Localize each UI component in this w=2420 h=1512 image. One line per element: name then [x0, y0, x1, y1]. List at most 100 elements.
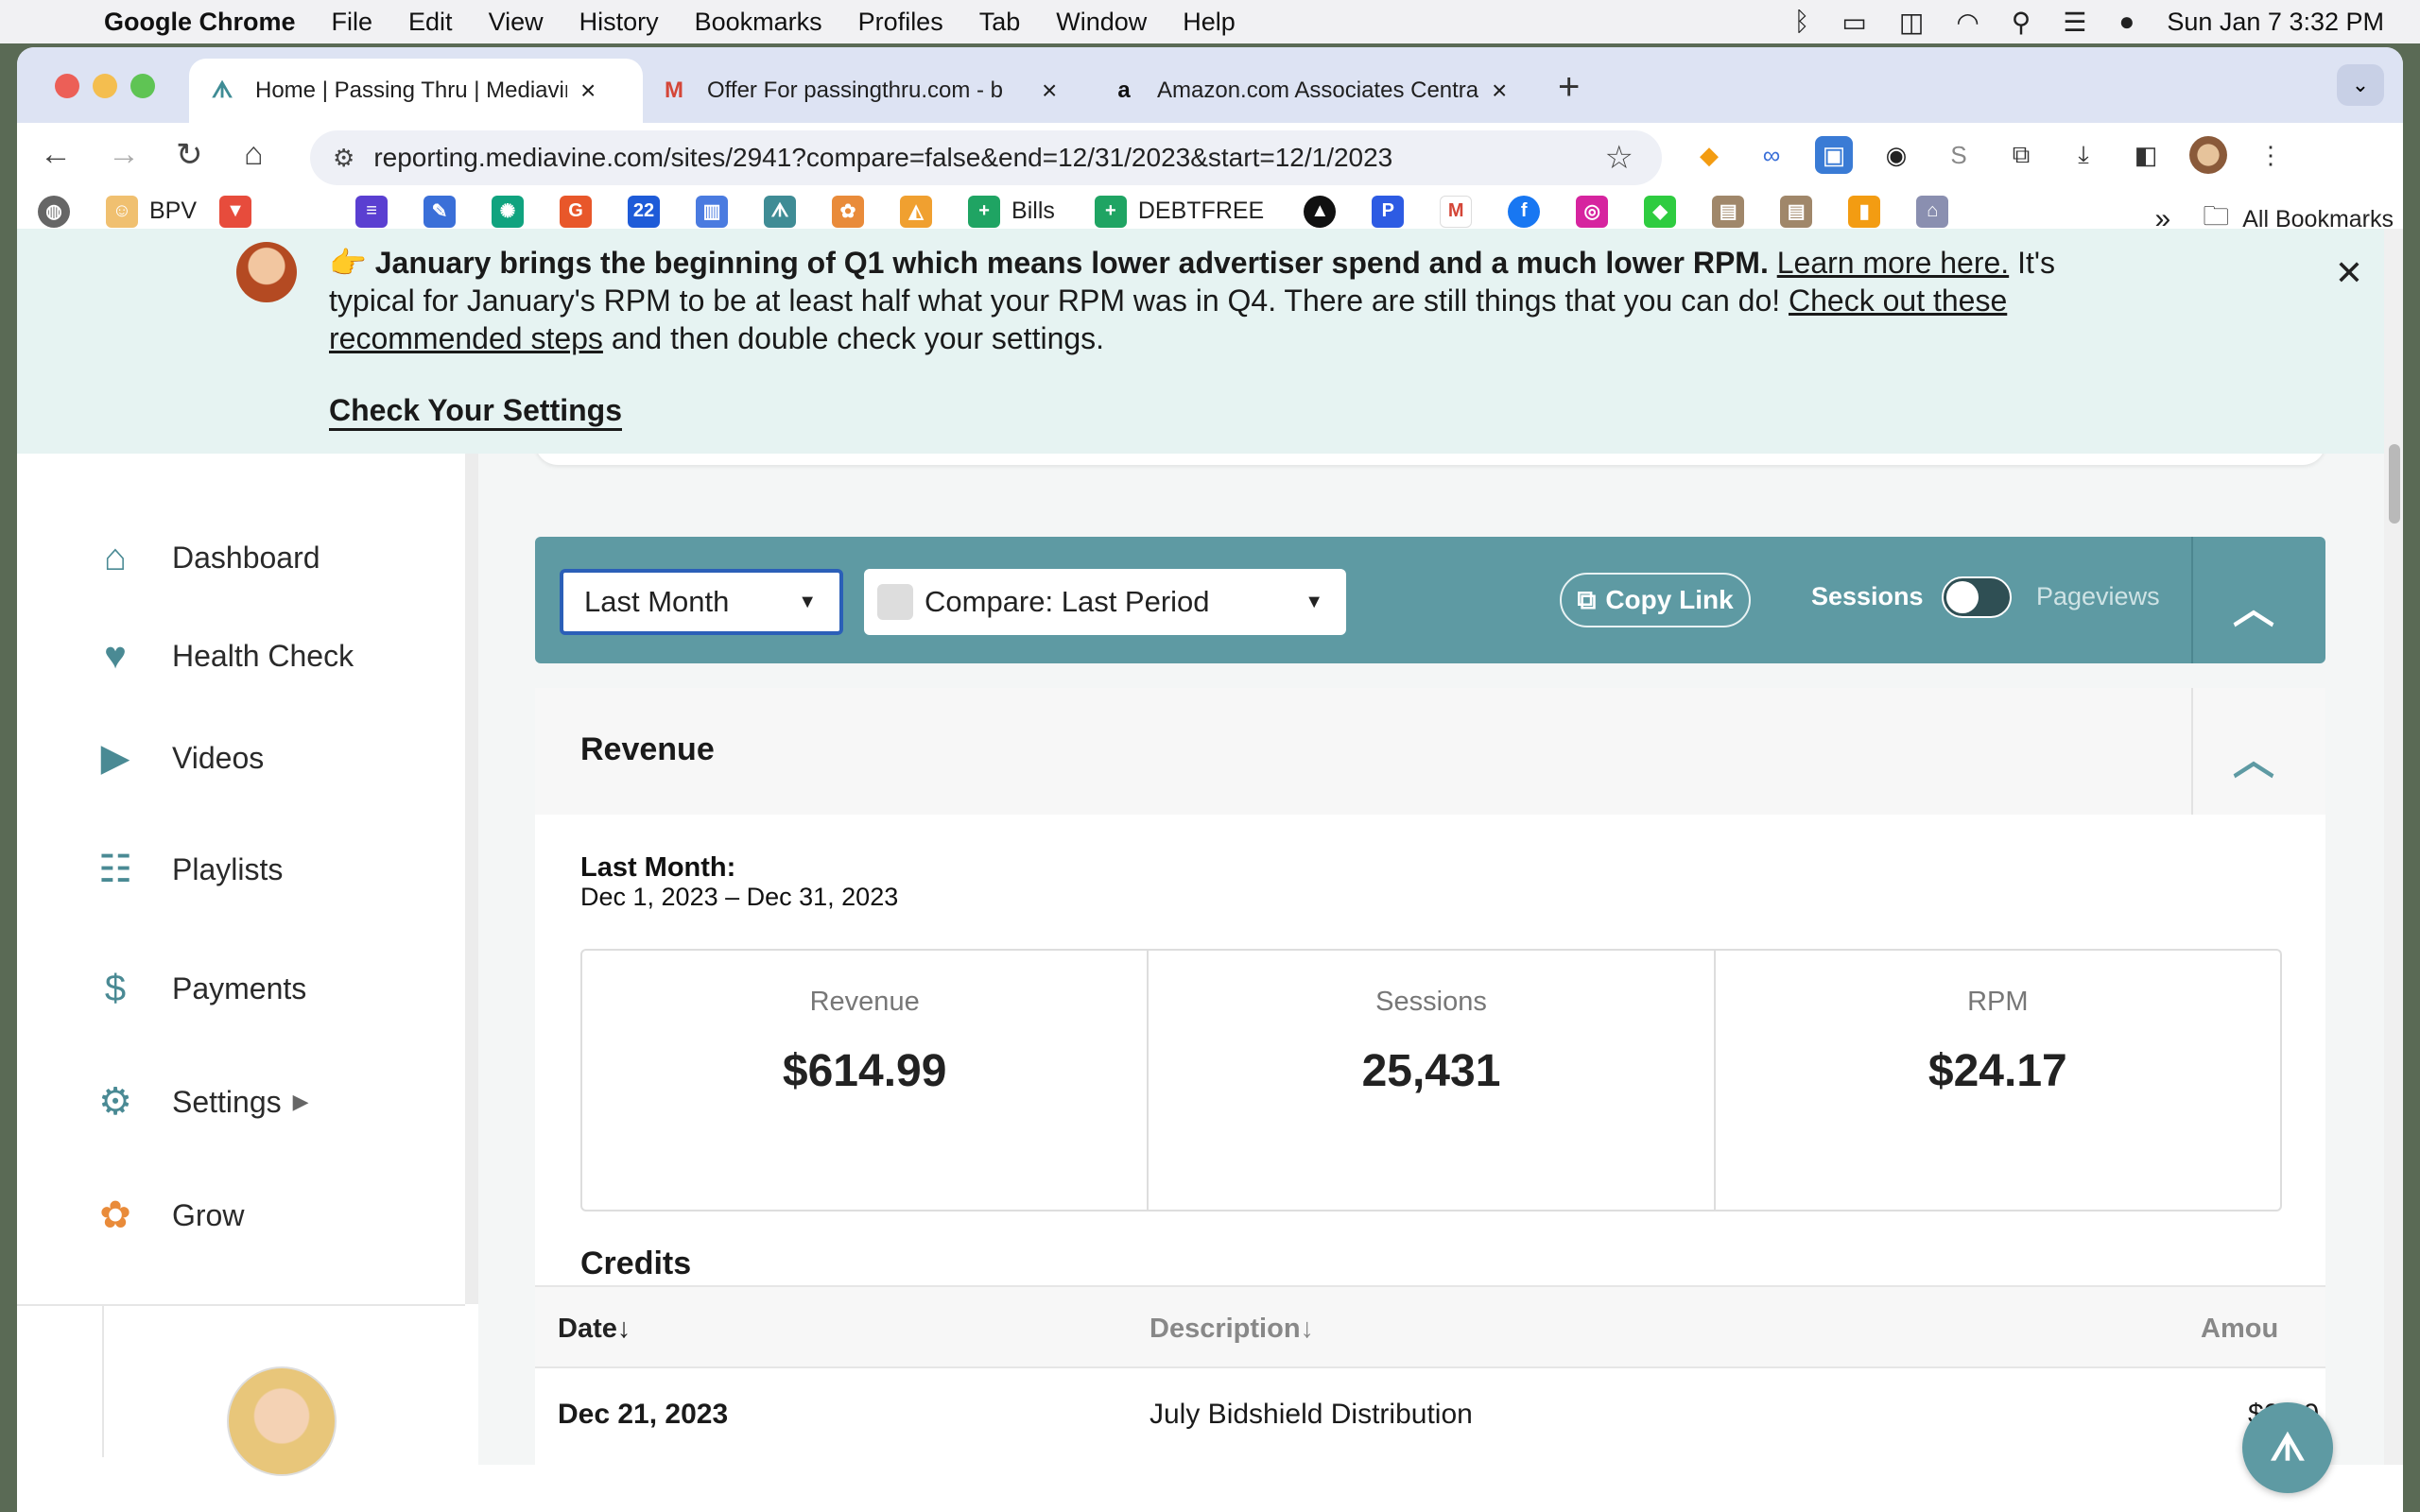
- sidebar-scrollbar[interactable]: [465, 454, 478, 1304]
- chatgpt-bookmark-icon[interactable]: ✺: [492, 195, 525, 228]
- p-bookmark-icon[interactable]: P: [1372, 195, 1405, 228]
- bpv-bookmark-icon[interactable]: ☺: [106, 195, 138, 228]
- menu-window[interactable]: Window: [1056, 8, 1147, 37]
- tab-gmail[interactable]: M Offer For passingthru.com - b ×: [641, 59, 1095, 123]
- gift-bookmark-icon[interactable]: ▼: [219, 195, 252, 228]
- analytics-bookmark-icon[interactable]: ▥: [696, 195, 729, 228]
- honey-extension-icon[interactable]: ◆: [1690, 136, 1728, 174]
- copy-link-button[interactable]: ⧉ Copy Link: [1560, 573, 1751, 627]
- site-info-icon[interactable]: ⚙: [333, 144, 354, 173]
- box-bookmark-icon[interactable]: ▤: [1712, 195, 1745, 228]
- facebook-bookmark-icon[interactable]: f: [1508, 195, 1541, 228]
- g-bookmark-icon[interactable]: G: [560, 195, 593, 228]
- menu-tab[interactable]: Tab: [979, 8, 1021, 37]
- url-text[interactable]: reporting.mediavine.com/sites/2941?compa…: [373, 143, 1392, 173]
- menu-profiles[interactable]: Profiles: [858, 8, 943, 37]
- bookmark-bpv[interactable]: BPV: [149, 198, 197, 225]
- stripes-bookmark-icon[interactable]: ≡: [355, 195, 389, 228]
- zoom-window-button[interactable]: [130, 74, 155, 98]
- menu-help[interactable]: Help: [1183, 8, 1236, 37]
- column-description[interactable]: Description↓: [1150, 1314, 1314, 1345]
- user-avatar[interactable]: [227, 1366, 337, 1476]
- menu-app-name[interactable]: Google Chrome: [104, 8, 296, 37]
- chat-support-button[interactable]: ᗑ: [2242, 1402, 2333, 1493]
- minimize-window-button[interactable]: [93, 74, 117, 98]
- tab-mediavine[interactable]: ᗑ Home | Passing Thru | Mediavine ×: [189, 59, 643, 123]
- display-icon[interactable]: ◫: [1899, 7, 1924, 38]
- sidebar-item-videos[interactable]: ▶ Videos: [91, 733, 265, 782]
- battery-icon[interactable]: ▭: [1841, 7, 1866, 38]
- sidebar-item-playlists[interactable]: ☷ Playlists: [91, 845, 283, 894]
- s-extension-icon[interactable]: S: [1940, 136, 1978, 174]
- download-icon[interactable]: ⤓: [2065, 136, 2102, 174]
- spotlight-search-icon[interactable]: ⚲: [2012, 7, 2031, 38]
- menu-view[interactable]: View: [489, 8, 544, 37]
- gmail-bookmark-icon[interactable]: M: [1440, 195, 1473, 228]
- sidebar-item-payments[interactable]: $ Payments: [91, 964, 306, 1013]
- page-scrollbar[interactable]: [2384, 229, 2403, 1465]
- forward-arrow-icon[interactable]: →: [108, 136, 140, 173]
- toggle-knob: [1946, 581, 1979, 613]
- screenshot-extension-icon[interactable]: ▣: [1815, 136, 1853, 174]
- column-date[interactable]: Date↓: [558, 1314, 631, 1345]
- control-center-icon[interactable]: ☰: [2063, 7, 2086, 38]
- sidebar-item-settings[interactable]: ⚙ Settings ▶: [91, 1077, 308, 1126]
- tab-search-button[interactable]: ⌄: [2337, 64, 2384, 106]
- back-arrow-icon[interactable]: ←: [40, 136, 72, 173]
- menu-history[interactable]: History: [579, 8, 659, 37]
- feather-bookmark-icon[interactable]: ✎: [424, 195, 457, 228]
- tab-amazon[interactable]: a Amazon.com Associates Central ×: [1091, 59, 1545, 123]
- airtable-bookmark-icon[interactable]: ◭: [900, 195, 933, 228]
- close-tab-icon[interactable]: ×: [580, 76, 596, 106]
- chrome-menu-icon[interactable]: ⋮: [2252, 136, 2290, 174]
- mediavine-bookmark-icon[interactable]: ᗑ: [764, 195, 797, 228]
- new-tab-button[interactable]: +: [1558, 66, 1580, 109]
- menu-bookmarks[interactable]: Bookmarks: [695, 8, 822, 37]
- address-bar[interactable]: ⚙ reporting.mediavine.com/sites/2941?com…: [310, 130, 1662, 185]
- feedly-bookmark-icon[interactable]: ◆: [1644, 195, 1677, 228]
- a-bookmark-icon[interactable]: ▲: [1304, 195, 1337, 228]
- bookmark-star-icon[interactable]: ☆: [1605, 139, 1634, 177]
- instagram-bookmark-icon[interactable]: ◎: [1576, 195, 1609, 228]
- link-extension-icon[interactable]: ∞: [1753, 136, 1790, 174]
- close-tab-icon[interactable]: ×: [1492, 76, 1507, 106]
- learn-more-link[interactable]: Learn more here.: [1777, 246, 2009, 280]
- menubar-clock[interactable]: Sun Jan 7 3:32 PM: [2167, 8, 2384, 37]
- close-window-button[interactable]: [55, 74, 79, 98]
- sessions-pageviews-toggle[interactable]: [1942, 576, 2012, 618]
- menu-file[interactable]: File: [332, 8, 373, 37]
- chart-bookmark-icon[interactable]: ▮: [1848, 195, 1881, 228]
- scrollbar-thumb[interactable]: [2389, 444, 2400, 524]
- period-select[interactable]: Last Month ▼: [560, 569, 843, 635]
- close-icon[interactable]: ✕: [2335, 253, 2363, 293]
- calendar-bookmark-icon[interactable]: 22: [628, 195, 661, 228]
- bookmark-bills[interactable]: Bills: [1011, 198, 1055, 225]
- compare-checkbox[interactable]: [877, 584, 913, 620]
- sheets-bookmark-icon[interactable]: +: [968, 195, 1001, 228]
- sheets-bookmark-icon[interactable]: +: [1094, 195, 1127, 228]
- column-amount[interactable]: Amou: [2201, 1314, 2278, 1345]
- siri-icon[interactable]: ●: [2118, 7, 2135, 37]
- reload-icon[interactable]: ↻: [176, 136, 203, 174]
- privacy-extension-icon[interactable]: ◉: [1877, 136, 1915, 174]
- profile-avatar[interactable]: [2189, 136, 2227, 174]
- extensions-puzzle-icon[interactable]: ⧉: [2002, 136, 2040, 174]
- sidebar-item-dashboard[interactable]: ⌂ Dashboard: [91, 533, 320, 582]
- close-tab-icon[interactable]: ×: [1042, 76, 1057, 106]
- chevron-up-icon[interactable]: ︿: [2233, 575, 2274, 635]
- grow-bookmark-icon[interactable]: ✿: [832, 195, 865, 228]
- sidebar-item-grow[interactable]: ✿ Grow: [91, 1191, 244, 1240]
- check-settings-button[interactable]: Check Your Settings: [329, 393, 622, 431]
- side-panel-icon[interactable]: ◧: [2127, 136, 2165, 174]
- compare-select[interactable]: Compare: Last Period ▼: [864, 569, 1346, 635]
- bookmark-debtfree[interactable]: DEBTFREE: [1138, 198, 1264, 225]
- bluetooth-icon[interactable]: ᛒ: [1794, 7, 1810, 37]
- box-bookmark-icon[interactable]: ▤: [1780, 195, 1813, 228]
- sidebar-item-health-check[interactable]: ♥ Health Check: [91, 631, 354, 680]
- wifi-icon[interactable]: ◠: [1956, 7, 1979, 38]
- chevron-up-icon[interactable]: ︿: [2233, 726, 2274, 786]
- shop-bookmark-icon[interactable]: ⌂: [1916, 195, 1949, 228]
- globe-bookmark-icon[interactable]: ◍: [38, 195, 70, 228]
- menu-edit[interactable]: Edit: [408, 8, 453, 37]
- home-icon[interactable]: ⌂: [244, 136, 264, 173]
